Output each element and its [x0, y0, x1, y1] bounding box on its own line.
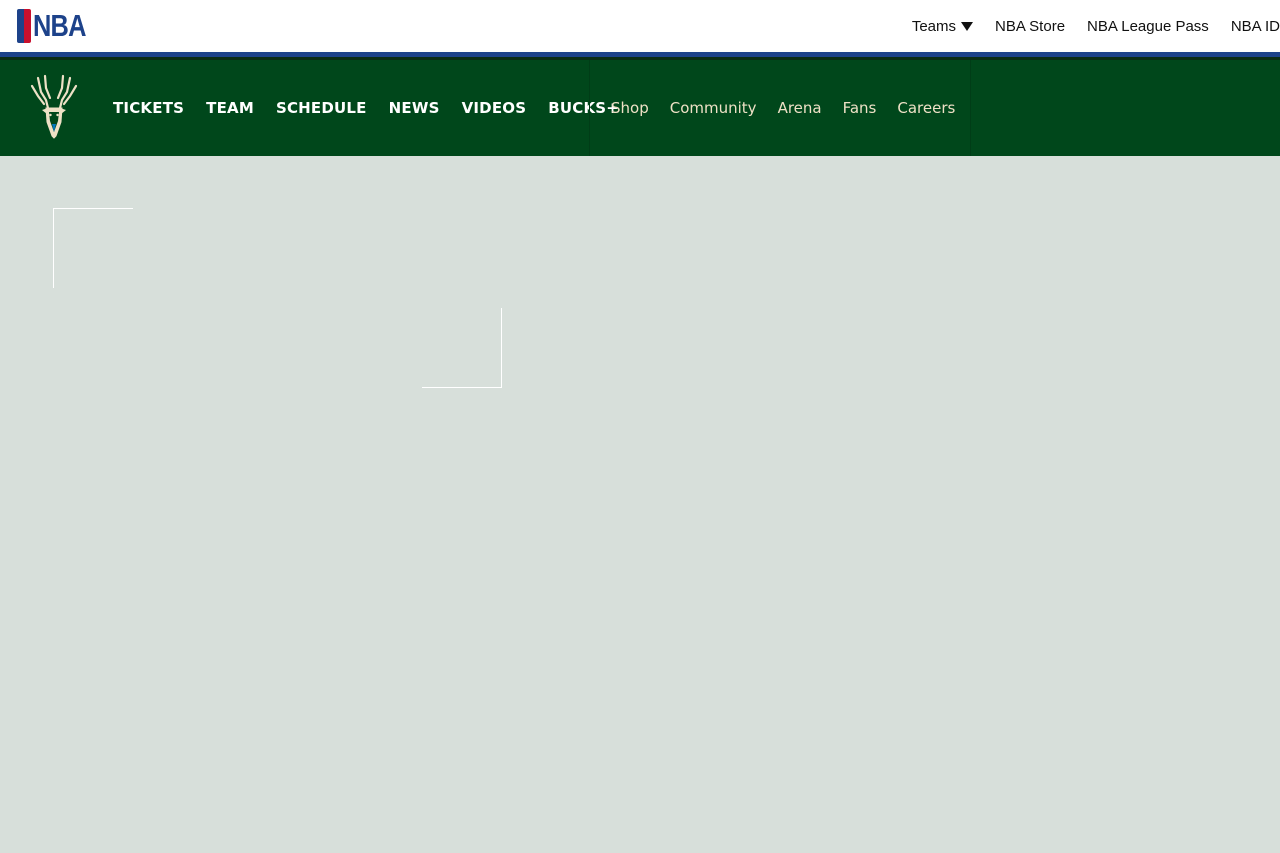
nba-logo[interactable]: NBA: [17, 9, 97, 43]
main-content-placeholder: [0, 156, 1280, 853]
nav-team[interactable]: TEAM: [206, 99, 254, 117]
league-pass-link[interactable]: NBA League Pass: [1087, 18, 1209, 35]
nba-global-header: NBA Teams NBA Store NBA League Pass NBA …: [0, 0, 1280, 52]
nba-logoman-icon: [17, 9, 31, 43]
bucks-logo[interactable]: [28, 74, 80, 140]
nav-fans[interactable]: Fans: [843, 99, 877, 117]
caret-down-icon: [961, 21, 973, 31]
nav-bucks-plus[interactable]: BUCKS+: [548, 99, 619, 117]
nav-divider-left: [589, 60, 590, 156]
teams-label: Teams: [911, 17, 956, 35]
frame-corner-bottom-right: [422, 308, 502, 388]
nav-schedule[interactable]: SCHEDULE: [276, 99, 367, 117]
nav-tickets[interactable]: TICKETS: [113, 99, 184, 117]
nba-global-links: Teams NBA Store NBA League Pass NBA ID: [912, 0, 1280, 52]
bucks-deer-icon: [30, 74, 78, 139]
nav-news[interactable]: NEWS: [389, 99, 440, 117]
primary-team-nav: TICKETS TEAM SCHEDULE NEWS VIDEOS BUCKS+: [113, 60, 619, 156]
nav-community[interactable]: Community: [670, 99, 757, 117]
secondary-team-nav: Shop Community Arena Fans Careers: [611, 60, 955, 156]
frame-corner-top-left: [53, 208, 133, 288]
nba-store-link[interactable]: NBA Store: [995, 18, 1065, 35]
nav-arena[interactable]: Arena: [778, 99, 822, 117]
nba-id-link[interactable]: NBA ID: [1231, 18, 1280, 35]
nav-careers[interactable]: Careers: [897, 99, 955, 117]
nba-wordmark: NBA: [33, 8, 86, 43]
nav-divider-right: [970, 60, 971, 156]
nav-shop[interactable]: Shop: [611, 99, 649, 117]
team-navigation: TICKETS TEAM SCHEDULE NEWS VIDEOS BUCKS+…: [0, 60, 1280, 156]
teams-dropdown[interactable]: Teams: [912, 18, 973, 35]
nav-videos[interactable]: VIDEOS: [462, 99, 527, 117]
